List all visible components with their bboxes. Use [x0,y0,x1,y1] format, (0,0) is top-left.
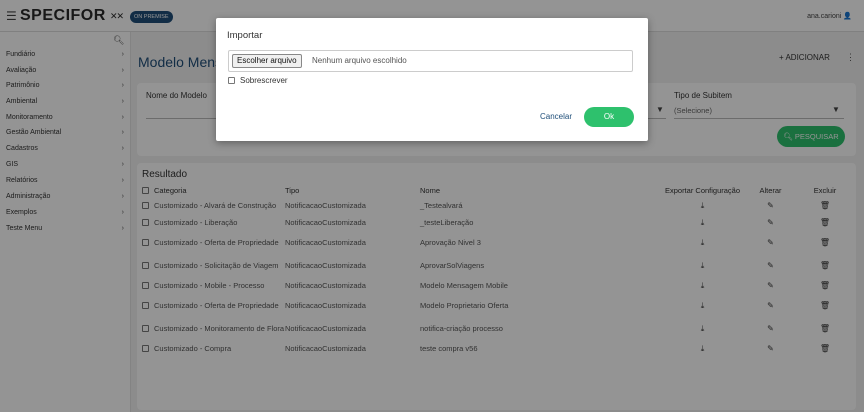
choose-file-button[interactable]: Escolher arquivo [232,54,302,68]
overwrite-label: Sobrescrever [240,76,288,85]
ok-button[interactable]: Ok [584,107,634,127]
import-dialog: Importar Escolher arquivo Nenhum arquivo… [216,18,648,141]
overwrite-option[interactable]: Sobrescrever [228,76,288,85]
file-input[interactable]: Escolher arquivo Nenhum arquivo escolhid… [228,50,633,72]
dialog-title: Importar [227,30,263,41]
overwrite-checkbox[interactable] [228,77,235,84]
cancel-button[interactable]: Cancelar [540,112,572,121]
file-status: Nenhum arquivo escolhido [312,56,407,65]
